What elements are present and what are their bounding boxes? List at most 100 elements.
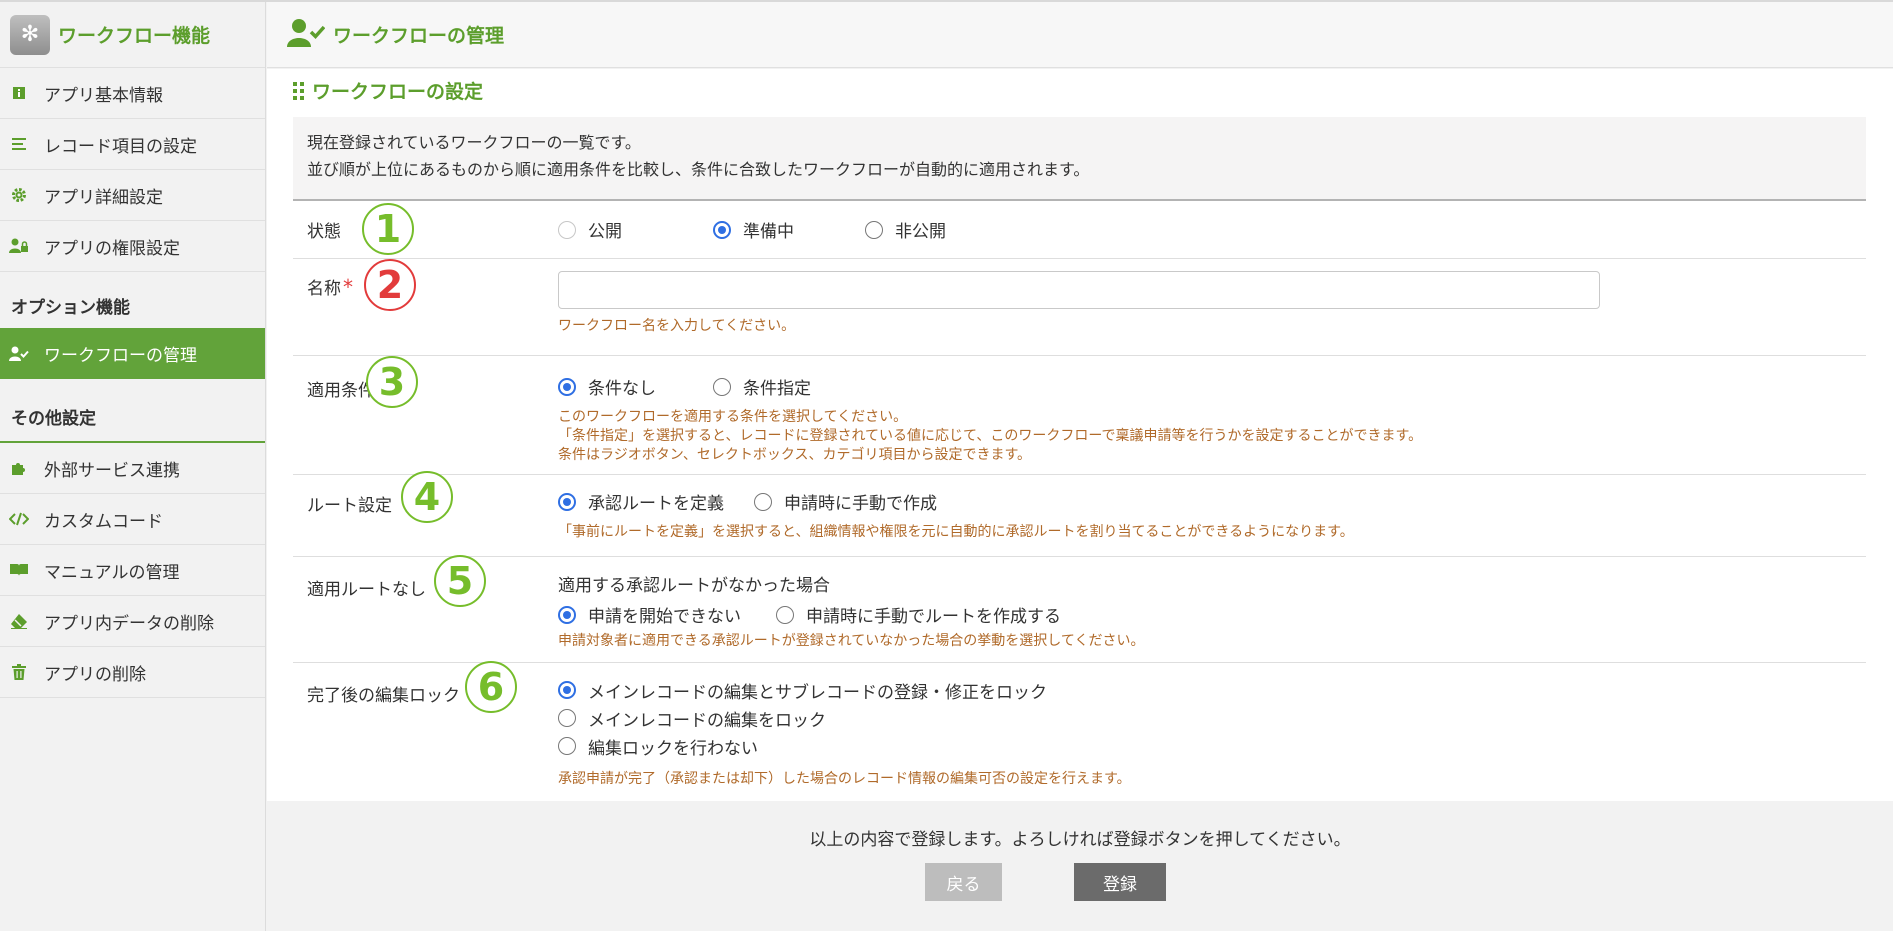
trash-icon [8,664,30,680]
edit-lock-hint: 承認申請が完了（承認または却下）した場合のレコード情報の編集可否の設定を行えます… [558,771,1131,787]
sidebar-section-options: オプション機能 [11,298,130,318]
lock-option-main-and-sub[interactable]: メインレコードの編集とサブレコードの登録・修正をロック [558,678,1814,703]
name-input[interactable] [558,271,1600,309]
radio-button[interactable] [558,737,576,755]
no-route-row: 適用ルートなし 5 適用する承認ルートがなかった場合 申請を開始できない 申請時… [293,555,1866,663]
condition-hint: このワークフローを適用する条件を選択してください。 「条件指定」を選択すると、レ… [558,408,1866,465]
puzzle-icon [8,460,30,476]
route-option-manual[interactable]: 申請時に手動で作成 [754,489,937,514]
sidebar-item-manual-management[interactable]: マニュアルの管理 [0,545,265,596]
route-field: 承認ルートを定義 申請時に手動で作成 「事前にルートを定義」を選択すると、組織情… [558,489,1866,542]
lock-option-main-only[interactable]: メインレコードの編集をロック [558,706,1814,731]
sidebar-item-label: アプリの削除 [44,664,146,685]
sidebar-item-app-basic-info[interactable]: アプリ基本情報 [0,68,265,119]
info-icon [8,86,30,100]
condition-option-none[interactable]: 条件なし [558,374,656,399]
sidebar-section-other: その他設定 [0,379,265,443]
marker-6: 6 [465,661,517,713]
radio-label: 条件指定 [743,379,811,399]
sidebar-header: ✻ ワークフロー機能 [0,2,265,68]
route-option-define[interactable]: 承認ルートを定義 [558,489,724,514]
hint-line: 「条件指定」を選択すると、レコードに登録されている値に応じて、このワークフローで… [558,428,1423,444]
radio-label: 申請時に手動でルートを作成する [806,607,1061,627]
name-hint: ワークフロー名を入力してください。 [558,318,796,334]
radio-button[interactable] [713,377,731,396]
radio-label: 公開 [588,222,622,242]
workflow-settings-panel: ワークフローの設定 現在登録されているワークフローの一覧です。 並び順が上位にあ… [267,69,1893,801]
sidebar-item-label: 外部サービス連携 [44,460,180,481]
sidebar: ✻ ワークフロー機能 アプリ基本情報 レコード項目の設定 アプリ詳細設定 アプリ… [0,2,266,931]
radio-button [558,220,576,239]
gear-icon [8,187,30,203]
lock-option-none[interactable]: 編集ロックを行わない [558,734,1814,759]
status-option-private[interactable]: 非公開 [865,217,946,242]
radio-button[interactable] [558,709,576,727]
sidebar-item-label: ワークフローの管理 [44,346,197,366]
radio-button[interactable] [558,377,576,396]
radio-label: 準備中 [743,222,794,242]
condition-option-specify[interactable]: 条件指定 [713,374,811,399]
marker-1: 1 [362,203,414,255]
section-title: ワークフローの設定 [293,77,483,104]
condition-row: 適用条件 3 条件なし 条件指定 このワークフローを適用する条件を選択してくださ… [293,356,1866,475]
description-box: 現在登録されているワークフローの一覧です。 並び順が上位にあるものから順に適用条… [293,117,1866,201]
book-icon [8,563,30,577]
sidebar-item-app-detail-settings[interactable]: アプリ詳細設定 [0,170,265,221]
sidebar-item-delete-app[interactable]: アプリの削除 [0,647,265,698]
list-icon [8,137,30,151]
marker-3: 3 [366,356,418,408]
condition-label: 適用条件 [307,381,375,401]
sidebar-item-delete-app-data[interactable]: アプリ内データの削除 [0,596,265,647]
sidebar-item-label: マニュアルの管理 [44,562,180,583]
radio-label: 承認ルートを定義 [588,494,724,514]
no-route-caption: 適用する承認ルートがなかった場合 [558,576,830,596]
sidebar-app-title: ワークフロー機能 [58,25,211,47]
edit-lock-label: 完了後の編集ロック [307,686,460,706]
name-field: ワークフロー名を入力してください。 [558,271,1866,336]
radio-button[interactable] [558,605,576,624]
no-route-option-manual[interactable]: 申請時に手動でルートを作成する [776,602,1061,627]
no-route-option-cannot-start[interactable]: 申請を開始できない [558,602,741,627]
sidebar-item-custom-code[interactable]: カスタムコード [0,494,265,545]
section-title-text: ワークフローの設定 [312,81,484,103]
page-title: ワークフローの管理 [333,25,505,47]
description-line: 並び順が上位にあるものから順に適用条件を比較し、条件に合致したワークフローが自動… [307,160,1090,179]
radio-label: 申請時に手動で作成 [784,494,937,514]
marker-5: 5 [434,555,486,607]
sidebar-item-record-fields[interactable]: レコード項目の設定 [0,119,265,170]
sidebar-item-workflow-management[interactable]: ワークフローの管理 [0,328,265,379]
marker-4: 4 [401,471,453,523]
grip-icon [293,81,304,100]
radio-button[interactable] [776,605,794,624]
status-option-public: 公開 [558,217,622,242]
route-hint: 「事前にルートを定義」を選択すると、組織情報や権限を元に自動的に承認ルートを割り… [558,524,1354,540]
sidebar-item-label: アプリ基本情報 [44,85,163,106]
route-row: ルート設定 4 承認ルートを定義 申請時に手動で作成 「事前にルートを定義」を選… [293,471,1866,557]
app-logo-icon: ✻ [10,14,50,55]
sidebar-item-app-permissions[interactable]: アプリの権限設定 [0,221,265,272]
required-mark: * [343,275,353,299]
radio-button[interactable] [713,220,731,239]
name-label: 名称 * [307,274,353,299]
code-icon [8,512,30,526]
hint-line: 条件はラジオボタン、セレクトボックス、カテゴリ項目から設定できます。 [558,447,1032,463]
status-row: 状態 1 公開 準備中 非公開 [293,201,1866,259]
sidebar-item-label: レコード項目の設定 [44,136,197,157]
radio-button[interactable] [558,492,576,511]
status-option-preparing[interactable]: 準備中 [713,217,794,242]
sidebar-item-label: アプリの権限設定 [44,238,180,259]
edit-lock-row: 完了後の編集ロック 6 メインレコードの編集とサブレコードの登録・修正をロック … [293,661,1866,801]
radio-button[interactable] [558,681,576,699]
register-button[interactable]: 登録 [1074,863,1166,901]
back-button[interactable]: 戻る [925,863,1002,901]
sidebar-item-external-services[interactable]: 外部サービス連携 [0,443,265,494]
sidebar-item-label: カスタムコード [44,511,163,532]
radio-button[interactable] [754,492,772,511]
radio-label: メインレコードの編集をロック [588,710,826,731]
radio-button[interactable] [865,220,883,239]
edit-lock-field: メインレコードの編集とサブレコードの登録・修正をロック メインレコードの編集をロ… [558,678,1866,789]
no-route-label: 適用ルートなし [307,580,426,600]
name-row: 名称 * 2 ワークフロー名を入力してください。 [293,259,1866,356]
radio-label: 条件なし [588,379,656,399]
radio-label: 申請を開始できない [588,607,741,627]
